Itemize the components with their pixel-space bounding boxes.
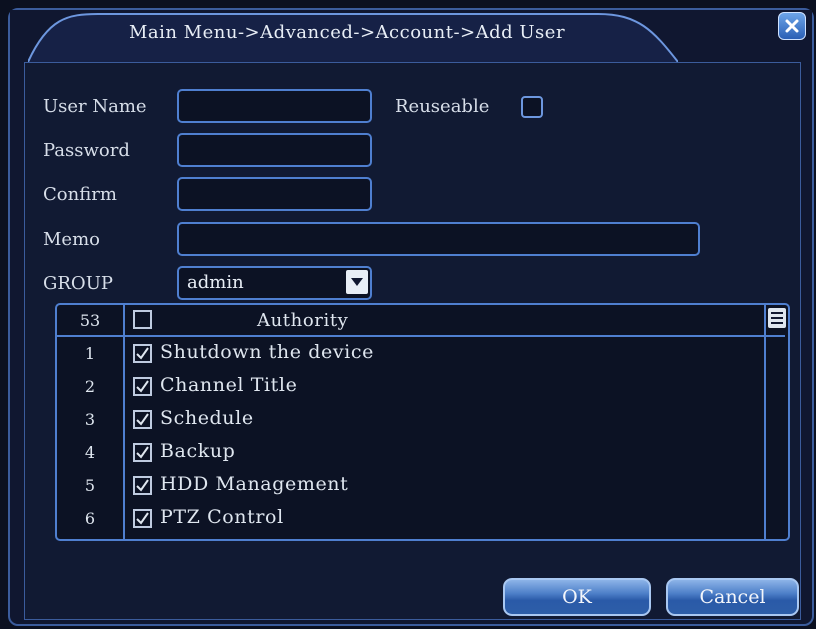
list-menu-button[interactable] [768, 308, 786, 328]
authority-row[interactable]: 3 Schedule [57, 404, 785, 437]
ok-button[interactable]: OK [503, 578, 651, 616]
cancel-button[interactable]: Cancel [666, 578, 799, 616]
authority-row[interactable]: 5 HDD Management [57, 470, 785, 503]
user-name-label: User Name [43, 96, 147, 117]
content-panel: User Name Reuseable Password Confirm Mem… [24, 62, 801, 620]
confirm-password-input[interactable] [177, 177, 372, 211]
authority-checkbox[interactable] [133, 476, 152, 495]
authority-label: HDD Management [160, 473, 349, 495]
authority-label: Backup [160, 440, 236, 462]
authority-row[interactable]: 1 Shutdown the device [57, 338, 785, 371]
authority-row[interactable]: 6 PTZ Control [57, 503, 785, 536]
check-icon [136, 380, 149, 393]
authority-list-header: 53 Authority [57, 305, 785, 337]
check-icon [136, 479, 149, 492]
authority-checkbox[interactable] [133, 509, 152, 528]
authority-list: 53 Authority 1 Shutdown the device 2 Channe… [55, 303, 790, 541]
authority-checkbox[interactable] [133, 443, 152, 462]
authority-count: 53 [79, 311, 101, 330]
close-button[interactable] [778, 12, 806, 40]
authority-row[interactable]: 2 Channel Title [57, 371, 785, 404]
authority-label: PTZ Control [160, 506, 284, 528]
check-icon [136, 413, 149, 426]
authority-row-number: 3 [84, 410, 96, 429]
reuseable-checkbox[interactable] [521, 96, 543, 118]
chevron-down-icon [351, 278, 363, 286]
authority-row-number: 4 [84, 443, 96, 462]
authority-checkbox[interactable] [133, 410, 152, 429]
memo-input[interactable] [177, 222, 700, 256]
authority-row-number: 6 [84, 509, 96, 528]
authority-checkbox[interactable] [133, 344, 152, 363]
title-bar: Main Menu->Advanced->Account->Add User [10, 10, 812, 68]
authority-checkbox[interactable] [133, 377, 152, 396]
select-all-checkbox[interactable] [133, 310, 152, 329]
group-selected-value: admin [187, 272, 244, 293]
authority-column-header: Authority [257, 310, 349, 331]
password-input[interactable] [177, 133, 372, 167]
reuseable-label: Reuseable [395, 96, 490, 117]
authority-label: Shutdown the device [160, 341, 374, 363]
check-icon [136, 446, 149, 459]
password-label: Password [43, 140, 130, 161]
add-user-dialog: Main Menu->Advanced->Account->Add User U… [8, 8, 814, 626]
authority-row[interactable]: 4 Backup [57, 437, 785, 470]
authority-row-number: 5 [84, 476, 96, 495]
user-name-input[interactable] [177, 89, 372, 123]
authority-row-number: 2 [84, 377, 96, 396]
memo-label: Memo [43, 229, 100, 250]
check-icon [136, 347, 149, 360]
group-select[interactable]: admin [177, 266, 372, 300]
group-label: GROUP [43, 273, 113, 294]
authority-scrollbar[interactable] [764, 305, 788, 539]
authority-label: Schedule [160, 407, 254, 429]
check-icon [136, 512, 149, 525]
authority-label: Channel Title [160, 374, 298, 396]
close-icon [785, 19, 799, 33]
window-title: Main Menu->Advanced->Account->Add User [128, 22, 566, 43]
confirm-label: Confirm [43, 184, 117, 205]
list-icon [771, 312, 783, 324]
group-dropdown-button[interactable] [346, 270, 368, 294]
authority-row-number: 1 [84, 344, 96, 363]
